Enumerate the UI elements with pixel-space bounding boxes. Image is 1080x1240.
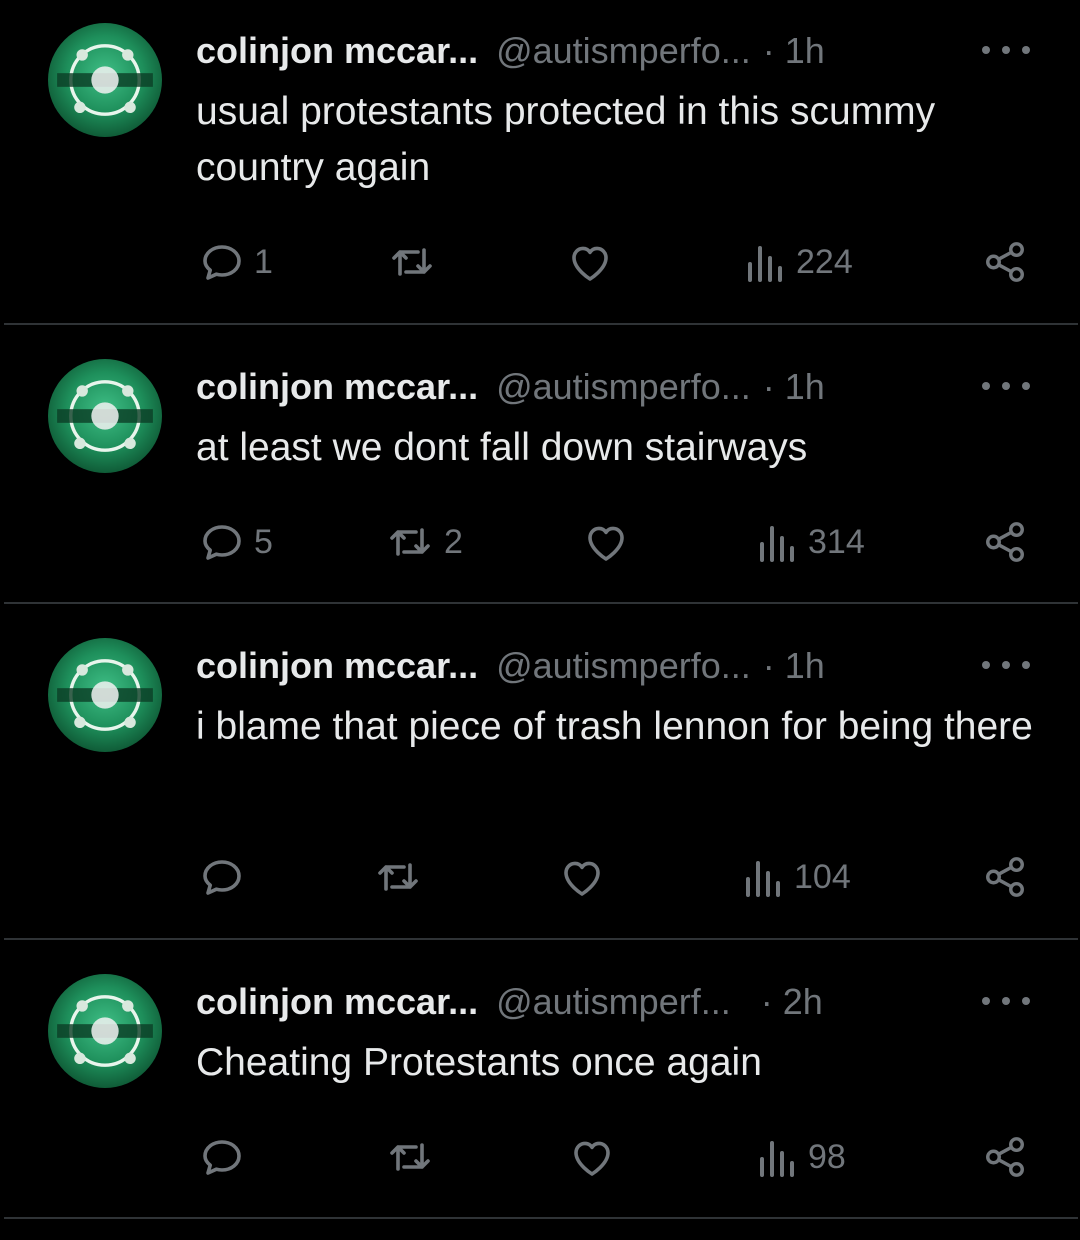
tweet-text: Cheating Protestants once again: [196, 1041, 762, 1084]
views-button[interactable]: 104: [742, 849, 851, 905]
reply-button[interactable]: [198, 849, 254, 905]
action-bar: 98: [0, 1129, 1080, 1185]
user-handle[interactable]: @autismperfo...: [496, 30, 751, 72]
tweet-header: colinjon mccar... @autismperf... · 2h: [196, 977, 823, 1027]
retweet-icon: [378, 863, 418, 891]
like-button[interactable]: [568, 1129, 624, 1185]
more-horizontal-icon[interactable]: [982, 653, 1030, 677]
views-button[interactable]: 98: [756, 1129, 846, 1185]
more-horizontal-icon[interactable]: [982, 989, 1030, 1013]
reply-bubble-icon: [203, 860, 241, 895]
reply-button[interactable]: 1: [198, 234, 273, 290]
reply-button[interactable]: [198, 1129, 254, 1185]
user-handle[interactable]: @autismperf...: [496, 981, 731, 1023]
action-bar: 1 224: [0, 234, 1080, 290]
heart-icon: [574, 1141, 610, 1176]
timestamp[interactable]: 1h: [785, 30, 825, 72]
views-button[interactable]: 314: [756, 514, 865, 570]
heart-icon: [588, 526, 624, 561]
reply-count: 5: [254, 522, 273, 561]
retweet-icon: [390, 528, 430, 556]
display-name[interactable]: colinjon mccar...: [196, 645, 478, 687]
retweet-button[interactable]: [372, 849, 432, 905]
separator-dot: ·: [762, 30, 775, 71]
retweet-button[interactable]: [386, 234, 446, 290]
separator-dot: ·: [762, 366, 775, 407]
views-count: 224: [796, 242, 853, 281]
timestamp[interactable]: 1h: [785, 366, 825, 408]
display-name[interactable]: colinjon mccar...: [196, 366, 478, 408]
share-button[interactable]: [982, 1129, 1028, 1185]
timestamp[interactable]: 1h: [785, 645, 825, 687]
views-bar-chart-icon: [746, 861, 780, 897]
reply-bubble-icon: [203, 525, 241, 560]
tweet[interactable]: colinjon mccar... @autismperf... · 2h Ch…: [0, 951, 1080, 1217]
avatar[interactable]: [48, 359, 162, 473]
views-bar-chart-icon: [760, 526, 794, 562]
like-button[interactable]: [566, 234, 622, 290]
user-handle[interactable]: @autismperfo...: [496, 366, 751, 408]
more-horizontal-icon[interactable]: [982, 38, 1030, 62]
share-button[interactable]: [982, 849, 1028, 905]
avatar[interactable]: [48, 23, 162, 137]
reply-bubble-icon: [203, 1140, 241, 1175]
tweet-header: colinjon mccar... @autismperfo... · 1h: [196, 26, 825, 76]
reply-button[interactable]: 5: [198, 514, 273, 570]
separator-dot: ·: [760, 981, 773, 1022]
share-icon: [986, 857, 1024, 897]
views-bar-chart-icon: [748, 246, 782, 282]
tweet[interactable]: colinjon mccar... @autismperfo... · 1h u…: [0, 0, 1080, 324]
share-icon: [986, 1137, 1024, 1177]
share-icon: [986, 522, 1024, 562]
action-bar: 104: [0, 849, 1080, 905]
tweet[interactable]: colinjon mccar... @autismperfo... · 1h a…: [0, 336, 1080, 602]
tweet-text: i blame that piece of trash lennon for b…: [196, 705, 1033, 748]
retweet-count: 2: [444, 522, 463, 561]
display-name[interactable]: colinjon mccar...: [196, 981, 478, 1023]
share-button[interactable]: [982, 514, 1028, 570]
display-name[interactable]: colinjon mccar...: [196, 30, 478, 72]
share-button[interactable]: [982, 234, 1028, 290]
heart-icon: [572, 246, 608, 281]
action-bar: 5 2 314: [0, 514, 1080, 570]
views-count: 104: [794, 857, 851, 896]
avatar[interactable]: [48, 638, 162, 752]
more-horizontal-icon[interactable]: [982, 374, 1030, 398]
retweet-icon: [392, 248, 432, 276]
tweet[interactable]: colinjon mccar... @autismperfo... · 1h i…: [0, 615, 1080, 939]
tweet-feed: colinjon mccar... @autismperfo... · 1h u…: [0, 0, 1080, 1240]
timestamp[interactable]: 2h: [783, 981, 823, 1023]
separator-dot: ·: [762, 645, 775, 686]
views-bar-chart-icon: [760, 1141, 794, 1177]
heart-icon: [564, 861, 600, 896]
tweet-text: at least we dont fall down stairways: [196, 426, 808, 469]
reply-count: 1: [254, 242, 273, 281]
tweet-text: usual protestants protected in this scum…: [196, 90, 936, 189]
divider: [4, 1217, 1078, 1219]
divider: [4, 938, 1078, 940]
like-button[interactable]: [558, 849, 614, 905]
views-button[interactable]: 224: [744, 234, 853, 290]
share-icon: [986, 242, 1024, 282]
views-count: 314: [808, 522, 865, 561]
divider: [4, 602, 1078, 604]
views-count: 98: [808, 1137, 846, 1176]
tweet-header: colinjon mccar... @autismperfo... · 1h: [196, 362, 825, 412]
retweet-icon: [390, 1143, 430, 1171]
like-button[interactable]: [582, 514, 638, 570]
retweet-button[interactable]: 2: [384, 514, 463, 570]
avatar[interactable]: [48, 974, 162, 1088]
tweet-header: colinjon mccar... @autismperfo... · 1h: [196, 641, 825, 691]
retweet-button[interactable]: [384, 1129, 444, 1185]
user-handle[interactable]: @autismperfo...: [496, 645, 751, 687]
divider: [4, 323, 1078, 325]
reply-bubble-icon: [203, 245, 241, 280]
